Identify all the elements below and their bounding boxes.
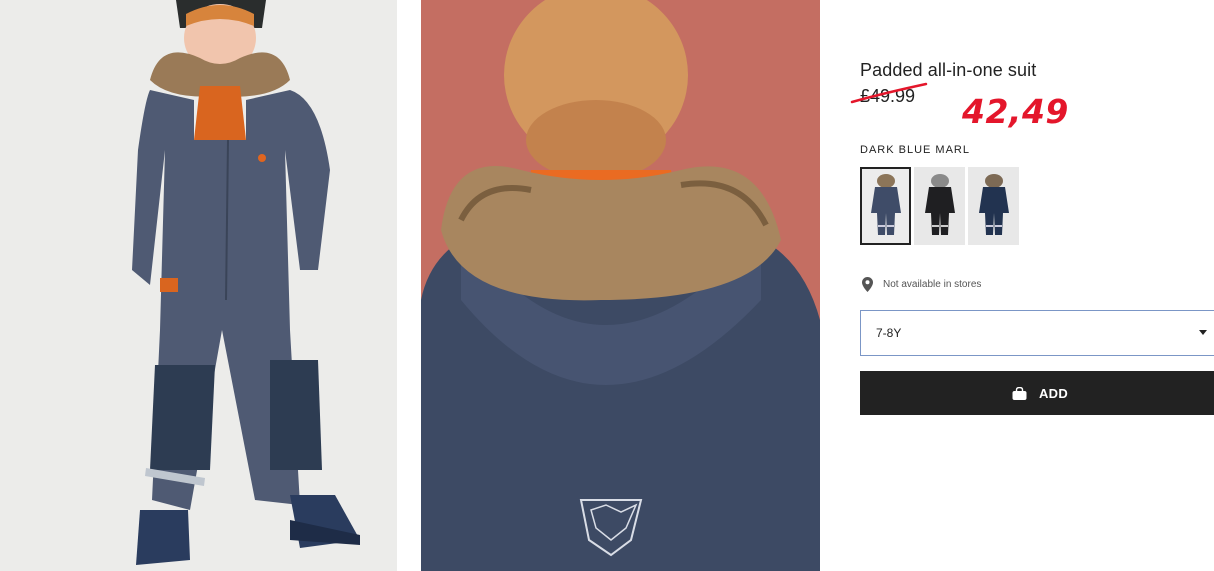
selected-color-name: DARK BLUE MARL [860,144,970,156]
size-select[interactable]: 7-8Y [860,310,1214,356]
sale-price: 42,49 [962,92,1069,131]
swatch-dark-blue-marl[interactable] [860,167,911,245]
product-image-back[interactable] [421,0,820,571]
swatch-dark-blue[interactable] [968,167,1019,245]
color-swatches [860,167,1019,245]
swatch-black[interactable] [914,167,965,245]
product-title: Padded all-in-one suit [860,60,1037,80]
chevron-down-icon [1199,330,1207,335]
swatch-image [924,174,955,235]
location-pin-icon [862,277,873,292]
shopping-bag-icon [1012,386,1027,400]
add-to-bag-button[interactable]: ADD [860,371,1214,415]
store-availability-text: Not available in stores [883,279,982,290]
product-image-front[interactable] [0,0,397,571]
swatch-image [978,174,1009,235]
price-strikethrough [850,82,928,104]
add-button-label: ADD [1038,385,1069,401]
swatch-image [870,174,901,235]
store-availability: Not available in stores [862,277,981,292]
size-select-value: 7-8Y [876,326,902,340]
